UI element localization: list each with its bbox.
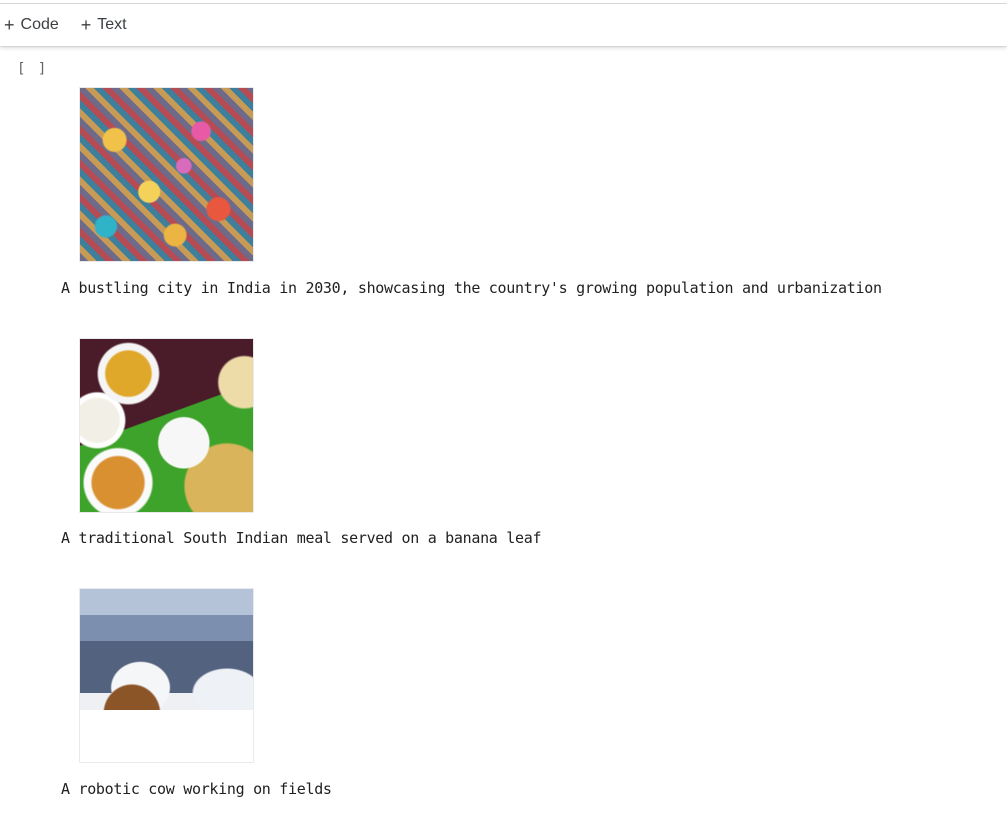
output-image-city [79,87,254,262]
notebook-toolbar: + Code + Text [0,4,1007,46]
output-image-cabin [79,588,254,763]
output-caption: A traditional South Indian meal served o… [61,529,542,547]
add-code-cell-button[interactable]: + Code [0,10,63,40]
output-caption: A bustling city in India in 2030, showca… [61,279,882,297]
plus-icon: + [80,15,92,35]
add-text-cell-button[interactable]: + Text [77,10,131,40]
add-code-label: Code [20,16,59,33]
run-cell-button[interactable]: [ ] [17,61,48,77]
output-caption: A robotic cow working on fields [61,780,332,798]
code-cell: [ ] A bustling city in India in 2030, sh… [0,46,1007,822]
output-image-meal [79,338,254,513]
add-text-label: Text [97,16,127,33]
plus-icon: + [4,15,15,35]
